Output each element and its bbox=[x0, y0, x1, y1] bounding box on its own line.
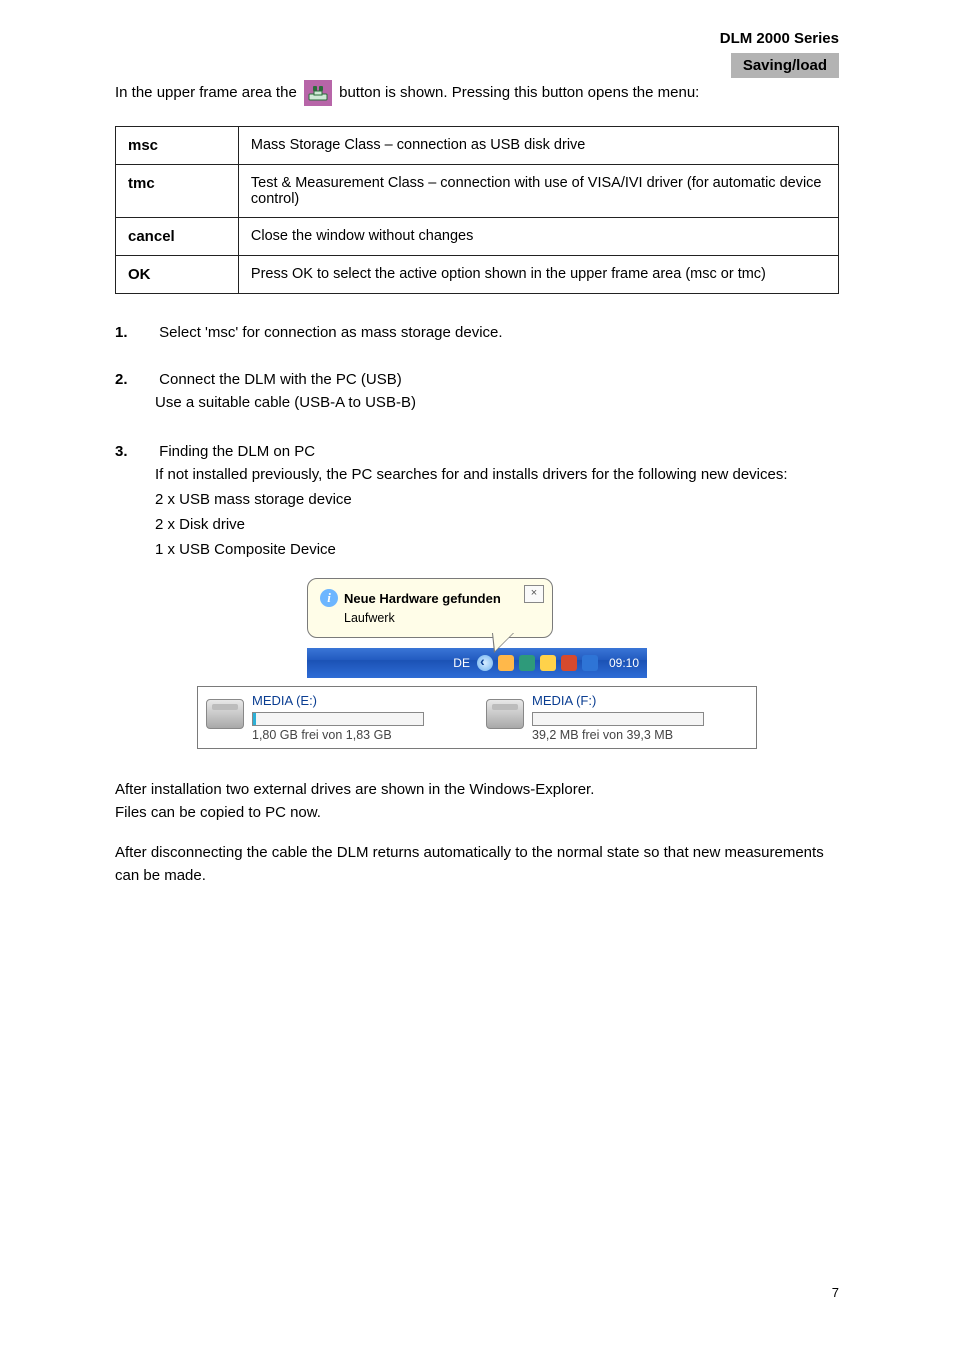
table-row: tmcTest & Measurement Class – connection… bbox=[116, 165, 839, 218]
info-icon: i bbox=[320, 589, 338, 607]
balloon-subtitle: Laufwerk bbox=[344, 611, 540, 625]
drive-e[interactable]: MEDIA (E:) 1,80 GB frei von 1,83 GB bbox=[206, 693, 468, 742]
definitions-table: mscMass Storage Class – connection as US… bbox=[115, 126, 839, 294]
definition-desc: Close the window without changes bbox=[238, 218, 838, 256]
usb-mode-icon bbox=[304, 80, 332, 106]
header-product: DLM 2000 Series bbox=[720, 30, 839, 47]
footer-notes: After installation two external drives a… bbox=[115, 779, 839, 887]
intro-paragraph: In the upper frame area the button is sh… bbox=[115, 80, 839, 106]
definition-desc: Press OK to select the active option sho… bbox=[238, 256, 838, 294]
header-section: Saving/load bbox=[731, 53, 839, 78]
tray-icon[interactable] bbox=[540, 655, 556, 671]
step-3-bullet-2: 1 x USB Composite Device bbox=[155, 539, 839, 560]
definition-label: msc bbox=[116, 127, 239, 165]
footer-line-0: After installation two external drives a… bbox=[115, 779, 839, 802]
step-3: 3. Finding the DLM on PC bbox=[115, 443, 839, 460]
step-3-text2: If not installed previously, the PC sear… bbox=[155, 464, 839, 485]
definition-label: OK bbox=[116, 256, 239, 294]
figure-drives: MEDIA (E:) 1,80 GB frei von 1,83 GB MEDI… bbox=[197, 686, 757, 749]
step-1-num: 1. bbox=[115, 324, 155, 341]
drive-e-bar bbox=[252, 712, 424, 726]
header-block: DLM 2000 Series Saving/load bbox=[720, 30, 839, 78]
step-3-num: 3. bbox=[115, 443, 155, 460]
drive-e-name: MEDIA (E:) bbox=[252, 693, 424, 708]
taskbar-language[interactable]: DE bbox=[453, 656, 470, 670]
step-2: 2. Connect the DLM with the PC (USB) bbox=[115, 371, 839, 388]
taskbar: DE 09:10 bbox=[307, 648, 647, 678]
table-row: OKPress OK to select the active option s… bbox=[116, 256, 839, 294]
tray-icon[interactable] bbox=[582, 655, 598, 671]
drive-e-free: 1,80 GB frei von 1,83 GB bbox=[252, 728, 424, 742]
footer-line-2: After disconnecting the cable the DLM re… bbox=[115, 842, 839, 887]
step-2-text1: Connect the DLM with the PC (USB) bbox=[159, 371, 402, 388]
tray-expand-icon[interactable] bbox=[477, 655, 493, 671]
close-icon[interactable]: × bbox=[524, 585, 544, 603]
drive-f-bar bbox=[532, 712, 704, 726]
drive-f-name: MEDIA (F:) bbox=[532, 693, 704, 708]
taskbar-clock: 09:10 bbox=[609, 656, 639, 670]
definition-desc: Mass Storage Class – connection as USB d… bbox=[238, 127, 838, 165]
drive-icon bbox=[486, 699, 524, 729]
step-3-bullet-0: 2 x USB mass storage device bbox=[155, 489, 839, 510]
step-1-text: Select 'msc' for connection as mass stor… bbox=[159, 324, 502, 341]
intro-before: In the upper frame area the bbox=[115, 84, 301, 101]
definition-label: tmc bbox=[116, 165, 239, 218]
step-2-num: 2. bbox=[115, 371, 155, 388]
notification-balloon: × i Neue Hardware gefunden Laufwerk bbox=[307, 578, 553, 638]
tray-icon[interactable] bbox=[498, 655, 514, 671]
balloon-title: Neue Hardware gefunden bbox=[344, 591, 501, 606]
page-number: 7 bbox=[832, 1285, 839, 1300]
step-3-bullet-1: 2 x Disk drive bbox=[155, 514, 839, 535]
step-1: 1. Select 'msc' for connection as mass s… bbox=[115, 324, 839, 341]
footer-line-1: Files can be copied to PC now. bbox=[115, 802, 839, 825]
step-3-text1: Finding the DLM on PC bbox=[159, 443, 315, 460]
drive-icon bbox=[206, 699, 244, 729]
definition-desc: Test & Measurement Class – connection wi… bbox=[238, 165, 838, 218]
definition-label: cancel bbox=[116, 218, 239, 256]
table-row: mscMass Storage Class – connection as US… bbox=[116, 127, 839, 165]
table-row: cancelClose the window without changes bbox=[116, 218, 839, 256]
drive-f[interactable]: MEDIA (F:) 39,2 MB frei von 39,3 MB bbox=[486, 693, 748, 742]
tray-icon[interactable] bbox=[561, 655, 577, 671]
intro-after: button is shown. Pressing this button op… bbox=[339, 84, 699, 101]
tray-icon[interactable] bbox=[519, 655, 535, 671]
step-2-text2: Use a suitable cable (USB-A to USB-B) bbox=[155, 392, 839, 413]
figure-hardware-found: × i Neue Hardware gefunden Laufwerk DE 0… bbox=[307, 578, 647, 678]
drive-f-free: 39,2 MB frei von 39,3 MB bbox=[532, 728, 704, 742]
